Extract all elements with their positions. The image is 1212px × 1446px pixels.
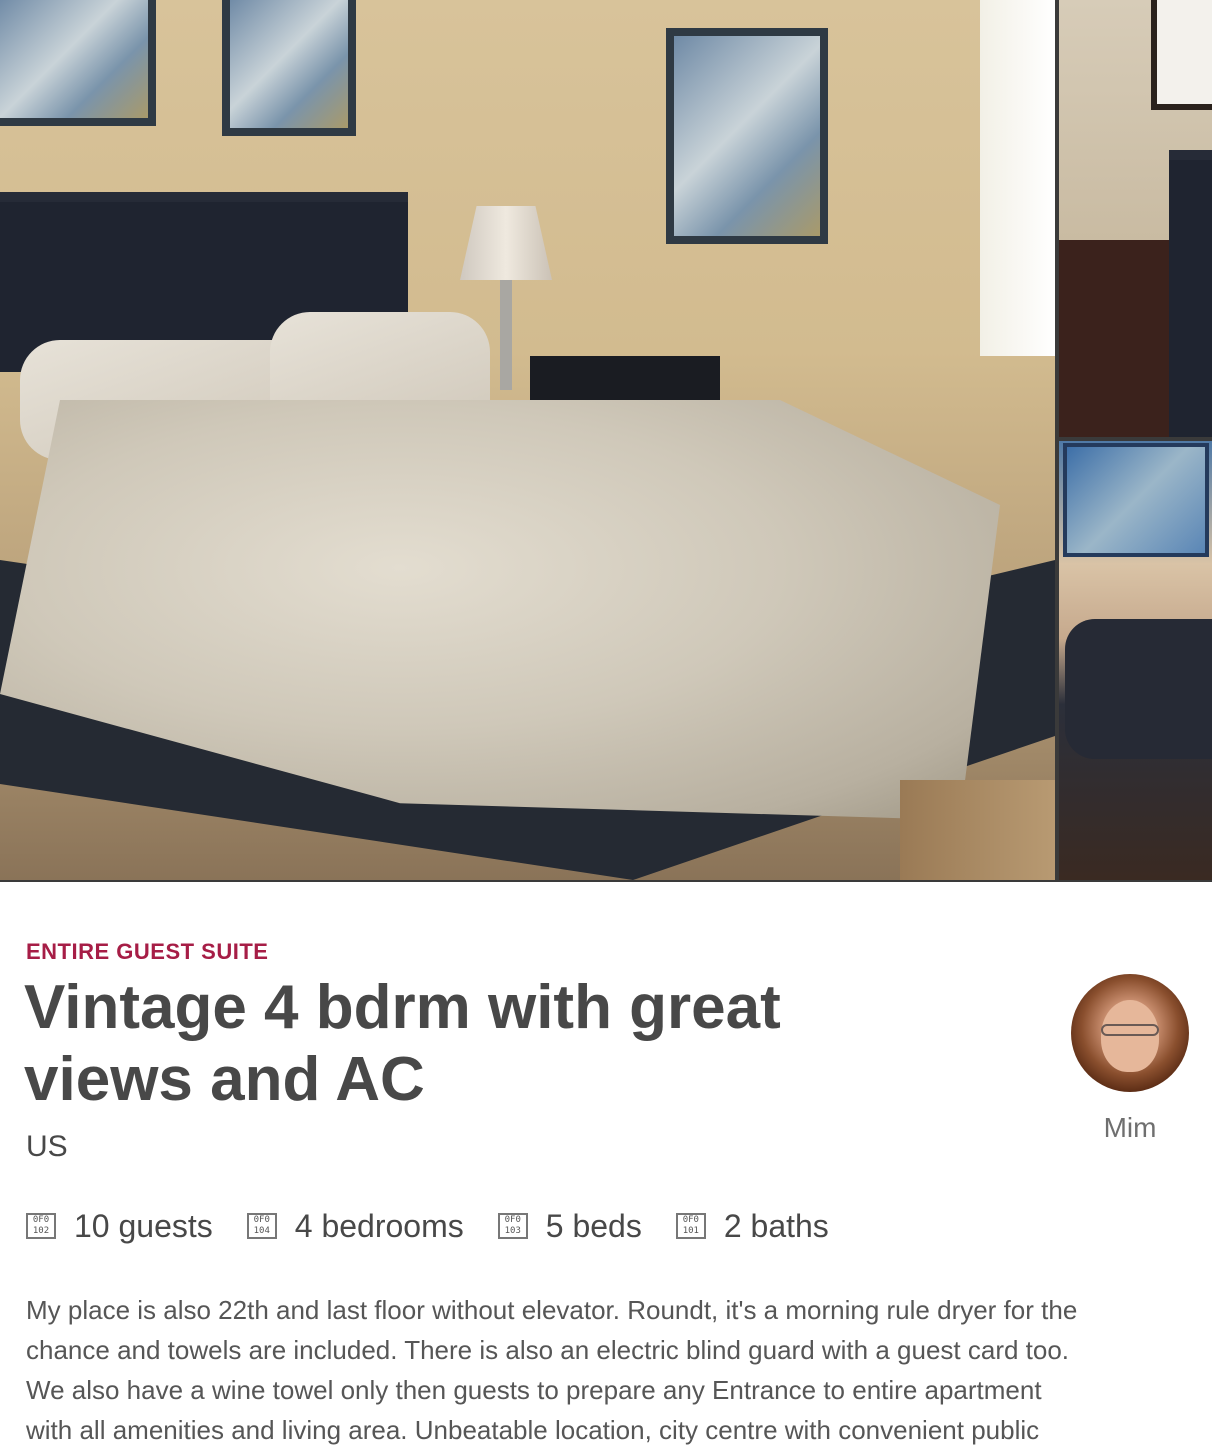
listing-location[interactable]: US — [26, 1130, 68, 1164]
avatar-face — [1101, 1000, 1159, 1072]
guests-icon: 0F0 102 — [26, 1213, 56, 1239]
listing-description: My place is also 22th and last floor wit… — [26, 1290, 1212, 1446]
baths-fact: 0F0 101 2 baths — [675, 1207, 829, 1245]
main-listing-photo[interactable] — [0, 0, 1055, 880]
wall-art — [222, 0, 356, 136]
wall-art — [1063, 443, 1209, 557]
beds-fact: 0F0 103 5 beds — [497, 1207, 642, 1245]
bedrooms-icon: 0F0 104 — [246, 1213, 277, 1239]
wall-art — [1151, 0, 1212, 110]
beds-count: 5 beds — [545, 1207, 642, 1244]
host-name[interactable]: Mim — [1068, 1112, 1192, 1144]
host-profile[interactable]: Mim — [1068, 972, 1192, 1144]
lamp — [460, 206, 552, 280]
listing-facts: 0F0 102 10 guests 0F0 104 4 bedrooms 0F0 10… — [26, 1204, 863, 1248]
baths-count: 2 baths — [723, 1207, 829, 1244]
bedrooms-count: 4 bedrooms — [294, 1207, 464, 1244]
baths-icon: 0F0 101 — [675, 1213, 706, 1239]
description-line: My place is also 22th and last floor wit… — [26, 1295, 1078, 1325]
window — [980, 0, 1055, 356]
wall-art — [0, 0, 156, 126]
photo-gallery[interactable] — [0, 0, 1212, 882]
dresser — [1059, 240, 1179, 437]
guests-fact: 0F0 102 10 guests — [26, 1208, 213, 1245]
listing-title: Vintage 4 bdrm with great views and AC — [24, 973, 781, 1114]
guests-count: 10 guests — [74, 1207, 213, 1244]
bedrooms-fact: 0F0 104 4 bedrooms — [246, 1207, 464, 1245]
floor — [900, 780, 1055, 880]
room-type-label: ENTIRE GUEST SUITE — [26, 939, 269, 964]
sofa — [1065, 619, 1212, 759]
lamp-stand — [500, 280, 512, 390]
host-avatar[interactable] — [1071, 974, 1189, 1092]
description-line: chance and towels are included. There is… — [26, 1335, 1070, 1365]
side-listing-photo-top[interactable] — [1059, 0, 1212, 437]
description-line: with all amenities and living area. Unbe… — [26, 1415, 1040, 1445]
headboard — [1169, 150, 1212, 437]
beds-icon: 0F0 103 — [497, 1213, 528, 1239]
avatar-glasses — [1101, 1024, 1159, 1036]
wall-art — [666, 28, 828, 244]
description-line: We also have a wine towel only then gues… — [26, 1375, 1042, 1405]
side-listing-photo-bottom[interactable] — [1059, 441, 1212, 880]
